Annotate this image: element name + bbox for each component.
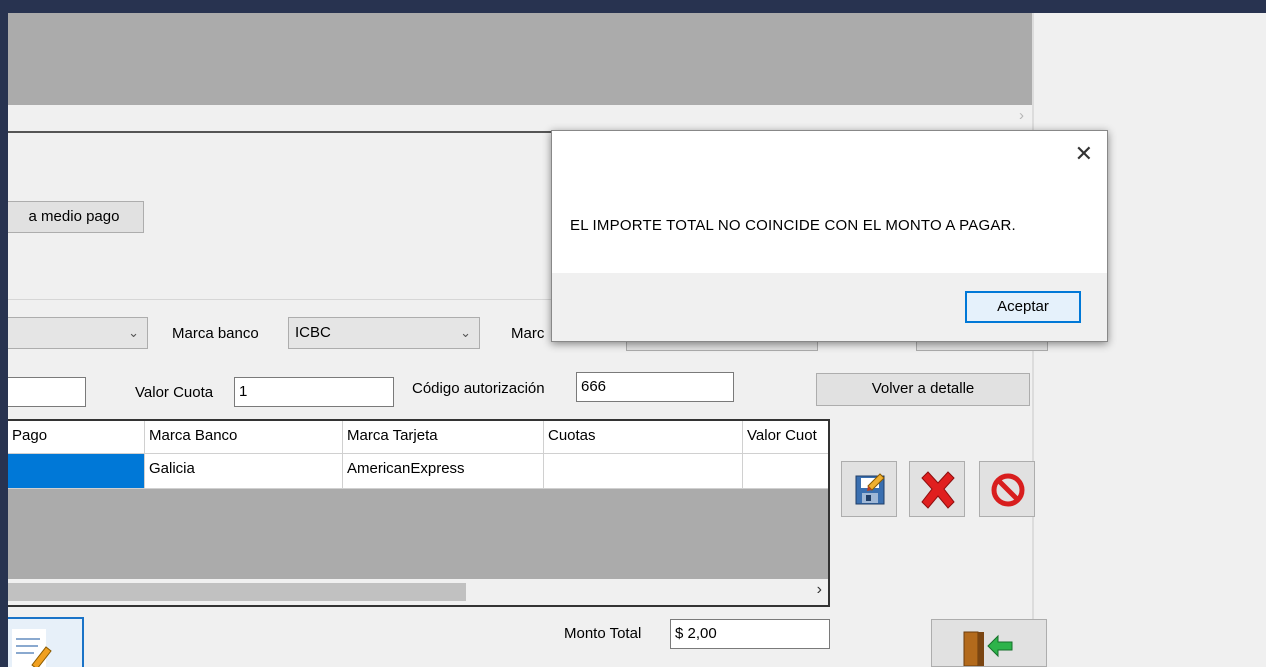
edit-document-icon <box>12 629 52 667</box>
scroll-right-arrow-icon[interactable]: › <box>817 581 822 599</box>
valor-cuota-label: Valor Cuota <box>135 384 214 401</box>
marca-tarjeta-label: Marc <box>511 325 545 342</box>
marca-banco-label: Marca banco <box>172 325 259 342</box>
chevron-down-icon: ⌄ <box>460 325 471 340</box>
exit-door-icon <box>963 631 1013 667</box>
marca-banco-combo[interactable]: ICBC ⌄ <box>288 317 480 349</box>
table-cell[interactable]: Galicia <box>145 454 343 488</box>
monto-total-label: Monto Total <box>564 625 642 642</box>
table-row[interactable]: Galicia AmericanExpress <box>8 454 828 489</box>
save-button[interactable] <box>841 461 897 517</box>
valor-cuota-field[interactable]: 1 <box>234 377 394 407</box>
delete-x-icon <box>921 471 955 509</box>
table-cell-selected[interactable] <box>8 454 145 488</box>
grid-scrollbar[interactable]: › <box>8 579 828 605</box>
column-header[interactable]: Marca Tarjeta <box>343 421 544 453</box>
cancel-button[interactable] <box>979 461 1035 517</box>
scrollbar-thumb[interactable] <box>8 583 466 601</box>
cuotas-field[interactable] <box>8 377 86 407</box>
top-data-grid[interactable] <box>8 13 1032 105</box>
media-pago-button[interactable]: a medio pago <box>8 201 144 233</box>
codigo-autorizacion-label: Código autorización <box>412 380 545 397</box>
exit-button[interactable] <box>931 619 1047 667</box>
aceptar-button[interactable]: Aceptar <box>965 291 1081 323</box>
save-icon <box>855 473 885 505</box>
monto-total-field[interactable]: $ 2,00 <box>670 619 830 649</box>
marca-banco-value: ICBC <box>295 324 331 341</box>
table-cell[interactable]: AmericanExpress <box>343 454 544 488</box>
scroll-right-arrow-icon[interactable]: › <box>1019 107 1024 124</box>
chevron-down-icon: ⌄ <box>128 325 139 340</box>
message-dialog: ✕ EL IMPORTE TOTAL NO COINCIDE CON EL MO… <box>551 130 1108 342</box>
volver-detalle-button[interactable]: Volver a detalle <box>816 373 1030 406</box>
separator <box>8 299 568 300</box>
payments-grid[interactable]: Pago Marca Banco Marca Tarjeta Cuotas Va… <box>8 419 830 607</box>
table-cell[interactable] <box>743 454 828 488</box>
table-cell[interactable] <box>544 454 743 488</box>
delete-button[interactable] <box>909 461 965 517</box>
dialog-message: EL IMPORTE TOTAL NO COINCIDE CON EL MONT… <box>570 217 1016 234</box>
column-header[interactable]: Marca Banco <box>145 421 343 453</box>
column-header[interactable]: Pago <box>8 421 145 453</box>
medio-pago-combo[interactable]: ⌄ <box>8 317 148 349</box>
column-header[interactable]: Cuotas <box>544 421 743 453</box>
cancel-icon <box>991 473 1025 507</box>
column-header[interactable]: Valor Cuot <box>743 421 828 453</box>
codigo-autorizacion-field[interactable]: 666 <box>576 372 734 402</box>
grid-header: Pago Marca Banco Marca Tarjeta Cuotas Va… <box>8 421 828 454</box>
close-icon[interactable]: ✕ <box>1075 143 1093 165</box>
top-grid-scrollbar[interactable]: › <box>8 105 1032 129</box>
edit-button[interactable] <box>8 617 84 667</box>
